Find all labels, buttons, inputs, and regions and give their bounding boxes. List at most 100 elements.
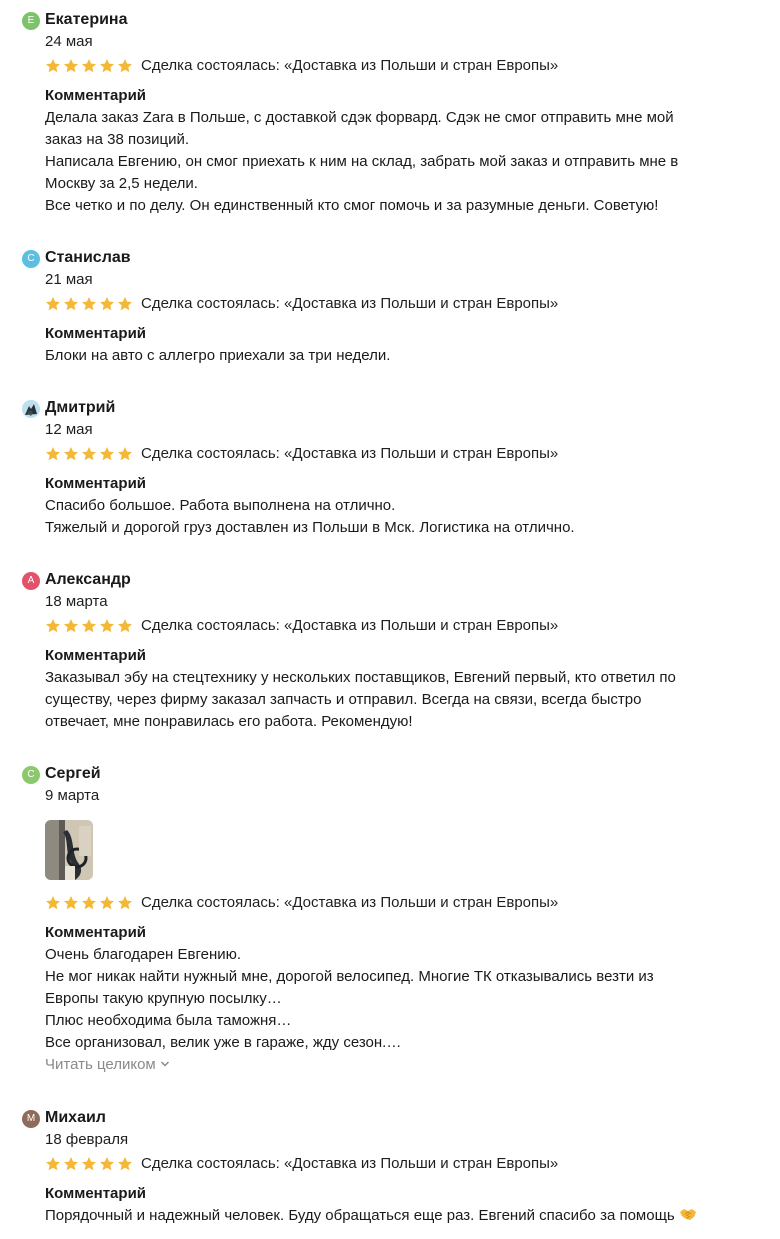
avatar-initial: А <box>27 575 35 586</box>
avatar-photo-icon <box>22 400 40 418</box>
review-author[interactable]: Екатерина <box>45 9 127 31</box>
star-icon <box>46 447 60 461</box>
star-icon <box>82 447 96 461</box>
review-card: С Станислав 21 мая Сделка состоялась: «Д… <box>0 238 780 378</box>
comment-label: Комментарий <box>45 475 147 492</box>
deal-info: Сделка состоялась: «Доставка из Польши и… <box>141 295 559 312</box>
star-icon <box>64 297 78 311</box>
deal-info: Сделка состоялась: «Доставка из Польши и… <box>141 894 559 911</box>
star-icon <box>100 619 114 633</box>
review-card: Дмитрий 12 мая Сделка состоялась: «Доста… <box>0 388 780 548</box>
avatar[interactable]: М <box>22 1110 40 1128</box>
avatar[interactable]: С <box>22 250 40 268</box>
rating-row: Сделка состоялась: «Доставка из Польши и… <box>45 55 558 77</box>
review-author[interactable]: Александр <box>45 569 131 591</box>
avatar[interactable]: С <box>22 766 40 784</box>
star-icon <box>100 297 114 311</box>
star-icon <box>100 59 114 73</box>
comment-line: Плюс необходима была таможня… <box>45 1012 292 1029</box>
star-icon <box>64 447 78 461</box>
avatar-initial: М <box>26 1113 36 1124</box>
comment-line: Очень благодарен Евгению. <box>45 946 242 963</box>
comment-text: Очень благодарен Евгению. Не мог никак н… <box>45 944 770 1054</box>
star-rating <box>45 293 133 315</box>
comment-label: Комментарий <box>45 924 147 941</box>
read-more-link[interactable]: Читать целиком <box>45 1054 170 1076</box>
star-icon <box>82 59 96 73</box>
comment-line: заказ на 38 позиций. <box>45 131 190 148</box>
deal-info: Сделка состоялась: «Доставка из Польши и… <box>141 57 559 74</box>
review-card: Е Екатерина 24 мая Сделка состоялась: «Д… <box>0 0 780 230</box>
comment-line: Москву за 2,5 недели. <box>45 175 198 192</box>
star-icon <box>100 896 114 910</box>
comment-label: Комментарий <box>45 1185 147 1202</box>
star-icon <box>46 619 60 633</box>
stars-svg <box>46 297 132 311</box>
star-icon <box>46 297 60 311</box>
avatar[interactable] <box>22 400 40 418</box>
comment-label: Комментарий <box>45 647 147 664</box>
rating-row: Сделка состоялась: «Доставка из Польши и… <box>45 293 558 315</box>
deal-info: Сделка состоялась: «Доставка из Польши и… <box>141 445 559 462</box>
comment-line: Заказывал эбу на стецтехнику у нескольки… <box>45 669 676 686</box>
deal-info: Сделка состоялась: «Доставка из Польши и… <box>141 1155 559 1172</box>
star-icon <box>82 619 96 633</box>
comment-line-text: Порядочный и надежный человек. Буду обра… <box>45 1207 675 1224</box>
star-rating <box>45 55 133 77</box>
handshake-icon <box>679 1209 696 1220</box>
stars-svg <box>46 447 132 461</box>
review-date: 9 марта <box>45 787 100 804</box>
review-photo-thumbnail[interactable] <box>45 820 93 880</box>
star-icon <box>82 896 96 910</box>
star-rating <box>45 892 133 914</box>
star-rating <box>45 443 133 465</box>
deal-info: Сделка состоялась: «Доставка из Польши и… <box>141 617 559 634</box>
avatar-initial: С <box>27 769 35 780</box>
avatar-initial: Е <box>27 15 35 26</box>
stars-svg <box>46 619 132 633</box>
star-icon <box>118 896 132 910</box>
avatar[interactable]: А <box>22 572 40 590</box>
star-icon <box>118 59 132 73</box>
star-icon <box>118 297 132 311</box>
star-rating <box>45 1153 133 1175</box>
review-card: М Михаил 18 февраля Сделка состоялась: «… <box>0 1098 780 1239</box>
avatar-initial: С <box>27 253 35 264</box>
star-icon <box>118 447 132 461</box>
review-date: 18 марта <box>45 593 108 610</box>
review-date: 12 мая <box>45 421 93 438</box>
review-date: 24 мая <box>45 33 93 50</box>
comment-line: Все организовал, велик уже в гараже, жду… <box>45 1034 402 1051</box>
comment-label: Комментарий <box>45 87 147 104</box>
chevron-down-icon <box>160 1061 169 1067</box>
comment-line: отвечает, мне понравилась его работа. Ре… <box>45 713 413 730</box>
comment-line: Европы такую крупную посылку… <box>45 990 282 1007</box>
bicycle-photo-icon <box>45 820 93 880</box>
review-card: С Сергей 9 марта Сделка состоялась: «Дос… <box>0 754 780 1084</box>
review-author[interactable]: Станислав <box>45 247 131 269</box>
comment-line: Не мог никак найти нужный мне, дорогой в… <box>45 968 654 985</box>
star-icon <box>64 896 78 910</box>
rating-row: Сделка состоялась: «Доставка из Польши и… <box>45 615 558 637</box>
review-author[interactable]: Дмитрий <box>45 397 115 419</box>
star-icon <box>64 59 78 73</box>
avatar[interactable]: Е <box>22 12 40 30</box>
star-icon <box>100 1157 114 1171</box>
comment-text: Делала заказ Zara в Польше, с доставкой … <box>45 107 770 217</box>
comment-line: Делала заказ Zara в Польше, с доставкой … <box>45 109 674 126</box>
review-author[interactable]: Сергей <box>45 763 101 785</box>
star-icon <box>100 447 114 461</box>
star-icon <box>64 619 78 633</box>
star-icon <box>118 619 132 633</box>
comment-line: Написала Евгению, он смог приехать к ним… <box>45 153 679 170</box>
comment-line: существу, через фирму заказал запчасть и… <box>45 691 642 708</box>
star-rating <box>45 615 133 637</box>
comment-text: Порядочный и надежный человек. Буду обра… <box>45 1205 770 1227</box>
stars-svg <box>46 1157 132 1171</box>
stars-svg <box>46 59 132 73</box>
review-date: 18 февраля <box>45 1131 129 1148</box>
comment-text: Заказывал эбу на стецтехнику у нескольки… <box>45 667 770 733</box>
read-more-label: Читать целиком <box>45 1056 156 1073</box>
comment-line: Порядочный и надежный человек. Буду обра… <box>45 1205 770 1227</box>
review-author[interactable]: Михаил <box>45 1107 106 1129</box>
